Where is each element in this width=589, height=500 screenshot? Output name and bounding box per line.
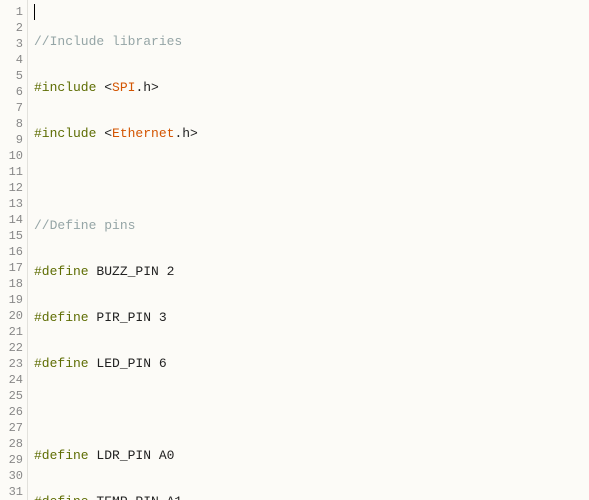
line-number: 11 xyxy=(0,164,23,180)
line-number: 23 xyxy=(0,356,23,372)
line-number: 3 xyxy=(0,36,23,52)
preproc: #include xyxy=(34,126,96,141)
code-line[interactable]: #define LDR_PIN A0 xyxy=(34,448,589,464)
plain: < xyxy=(96,80,112,95)
line-number: 27 xyxy=(0,420,23,436)
line-number: 29 xyxy=(0,452,23,468)
line-number: 24 xyxy=(0,372,23,388)
preproc: #define xyxy=(34,356,89,371)
preproc: #define xyxy=(34,264,89,279)
code-line[interactable] xyxy=(34,402,589,418)
class-name: Ethernet xyxy=(112,126,174,141)
preproc: #define xyxy=(34,494,89,500)
line-number: 20 xyxy=(0,308,23,324)
line-number: 22 xyxy=(0,340,23,356)
line-number: 12 xyxy=(0,180,23,196)
line-number: 8 xyxy=(0,116,23,132)
line-number: 21 xyxy=(0,324,23,340)
line-number: 18 xyxy=(0,276,23,292)
preproc: #define xyxy=(34,448,89,463)
plain: < xyxy=(96,126,112,141)
line-number: 13 xyxy=(0,196,23,212)
line-number: 5 xyxy=(0,68,23,84)
line-number: 1 xyxy=(0,4,23,20)
preproc: #define xyxy=(34,310,89,325)
line-number: 17 xyxy=(0,260,23,276)
text-cursor xyxy=(34,4,35,20)
plain: BUZZ_PIN 2 xyxy=(89,264,175,279)
line-number: 9 xyxy=(0,132,23,148)
code-area[interactable]: //Include libraries #include <SPI.h> #in… xyxy=(28,0,589,500)
line-number: 7 xyxy=(0,100,23,116)
code-line[interactable] xyxy=(34,172,589,188)
line-number: 30 xyxy=(0,468,23,484)
plain: .h> xyxy=(135,80,158,95)
line-number: 16 xyxy=(0,244,23,260)
line-number-gutter: 1 2 3 4 5 6 7 8 9 10 11 12 13 14 15 16 1… xyxy=(0,0,28,500)
comment-text: //Define pins xyxy=(34,218,135,233)
code-line[interactable]: #include <Ethernet.h> xyxy=(34,126,589,142)
code-line[interactable]: #define LED_PIN 6 xyxy=(34,356,589,372)
class-name: SPI xyxy=(112,80,135,95)
line-number: 2 xyxy=(0,20,23,36)
line-number: 19 xyxy=(0,292,23,308)
line-number: 10 xyxy=(0,148,23,164)
line-number: 26 xyxy=(0,404,23,420)
code-line[interactable]: //Include libraries xyxy=(34,34,589,50)
code-line[interactable]: #define PIR_PIN 3 xyxy=(34,310,589,326)
line-number: 31 xyxy=(0,484,23,500)
plain: LDR_PIN A0 xyxy=(89,448,175,463)
line-number: 4 xyxy=(0,52,23,68)
line-number: 6 xyxy=(0,84,23,100)
code-line[interactable]: #define BUZZ_PIN 2 xyxy=(34,264,589,280)
plain: LED_PIN 6 xyxy=(89,356,167,371)
code-editor[interactable]: 1 2 3 4 5 6 7 8 9 10 11 12 13 14 15 16 1… xyxy=(0,0,589,500)
code-line[interactable]: #define TEMP_PIN A1 xyxy=(34,494,589,500)
code-line[interactable]: #include <SPI.h> xyxy=(34,80,589,96)
code-line[interactable]: //Define pins xyxy=(34,218,589,234)
line-number: 28 xyxy=(0,436,23,452)
line-number: 25 xyxy=(0,388,23,404)
plain: .h> xyxy=(174,126,197,141)
plain: TEMP_PIN A1 xyxy=(89,494,183,500)
line-number: 14 xyxy=(0,212,23,228)
preproc: #include xyxy=(34,80,96,95)
line-number: 15 xyxy=(0,228,23,244)
plain: PIR_PIN 3 xyxy=(89,310,167,325)
comment-text: //Include libraries xyxy=(34,34,182,49)
